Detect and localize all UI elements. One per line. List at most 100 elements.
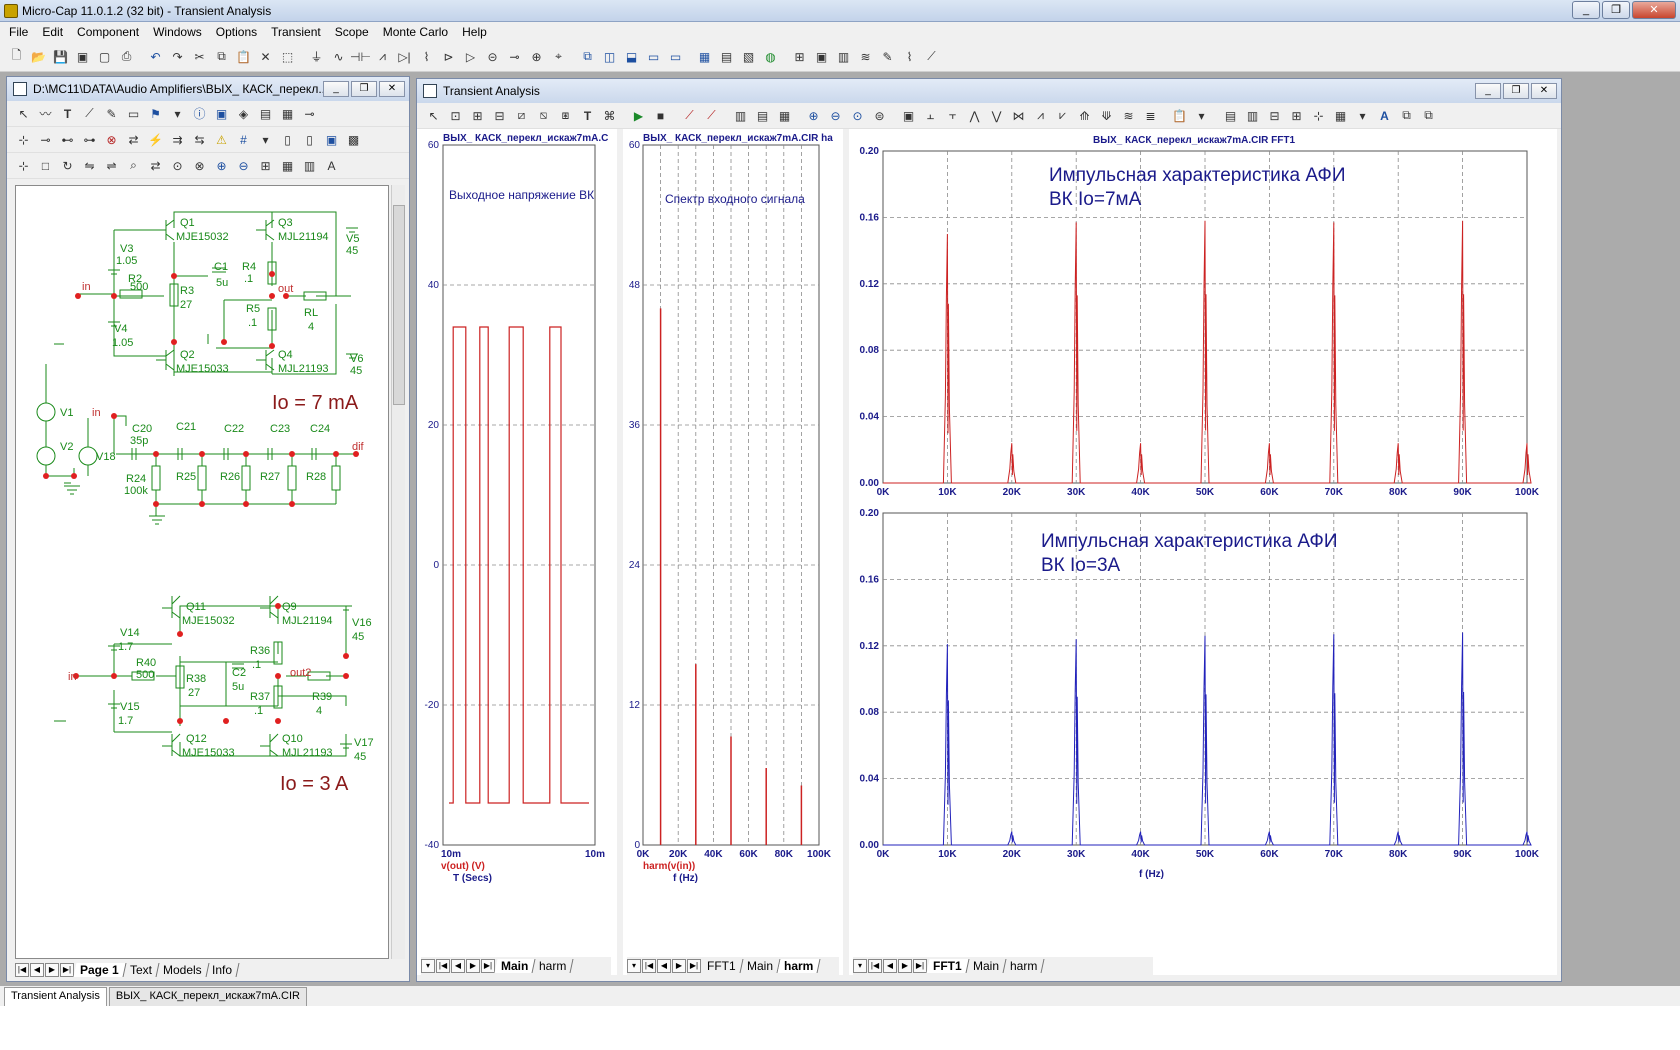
scale-icon[interactable]: ⊡: [445, 105, 466, 126]
swap-icon[interactable]: ⇆: [189, 129, 210, 150]
page-icon-2[interactable]: ▯: [299, 129, 320, 150]
zoom-out-icon[interactable]: ⊖: [233, 155, 254, 176]
pen-icon[interactable]: ✎: [101, 103, 122, 124]
junction-icon[interactable]: ⊸: [504, 46, 525, 67]
up-level-icon[interactable]: ⊙: [167, 155, 188, 176]
menu-windows[interactable]: Windows: [146, 25, 209, 39]
tools-icon[interactable]: ✎: [877, 46, 898, 67]
ruler-icon[interactable]: ⊟: [1264, 105, 1285, 126]
tag-icon[interactable]: ⌘: [599, 105, 620, 126]
zoom-in-icon[interactable]: ⊕: [803, 105, 824, 126]
prev-page-icon[interactable]: ◀: [30, 963, 44, 977]
window-icon[interactable]: ▭: [643, 46, 664, 67]
select-mode-icon[interactable]: ↖: [423, 105, 444, 126]
cross-icon[interactable]: ⚡: [145, 129, 166, 150]
grid-icon[interactable]: #: [233, 129, 254, 150]
cursor-slope-icon[interactable]: ≋: [1118, 105, 1139, 126]
capacitor-icon[interactable]: ⊣⊢: [350, 46, 371, 67]
stop-icon[interactable]: ■: [650, 105, 671, 126]
next-page-icon[interactable]: ▶: [45, 963, 59, 977]
task-tab-circuit[interactable]: ВЫХ_ КАСК_перекл_искаж7mA.CIR: [108, 987, 307, 1006]
fit-icon[interactable]: ⊞: [255, 155, 276, 176]
text-mode-icon[interactable]: T: [57, 103, 78, 124]
grid-text-icon[interactable]: ▤: [255, 103, 276, 124]
help-icon[interactable]: ▣: [211, 103, 232, 124]
first-tab-icon[interactable]: |◀: [868, 959, 882, 973]
pin-icon[interactable]: ⊸: [299, 103, 320, 124]
pin-connections-icon[interactable]: ⇄: [123, 129, 144, 150]
tab-menu-icon[interactable]: ▾: [627, 959, 641, 973]
schematic-canvas[interactable]: Q1 MJE15032 Q3 MJL21194 V5 45 V3 1.05 R2…: [15, 185, 389, 959]
new-file-icon[interactable]: 🗋: [6, 46, 27, 67]
performance-icon[interactable]: ⌇: [899, 46, 920, 67]
schematic-vertical-scrollbar[interactable]: [391, 185, 405, 959]
replace-icon[interactable]: ⇄: [145, 155, 166, 176]
tile-horizontal-icon[interactable]: ⬓: [621, 46, 642, 67]
paste-icon[interactable]: 📋: [233, 46, 254, 67]
window-left-icon[interactable]: ▥: [730, 105, 751, 126]
open-file-icon[interactable]: 📂: [28, 46, 49, 67]
cursor-next-icon[interactable]: ≣: [1140, 105, 1161, 126]
pan-icon[interactable]: ▦: [277, 155, 298, 176]
next-tab-icon[interactable]: ▶: [672, 959, 686, 973]
tab-fft1[interactable]: FFT1: [926, 959, 970, 973]
condition-icon[interactable]: ⊗: [101, 129, 122, 150]
select-all-icon[interactable]: ⬚: [277, 46, 298, 67]
box-icon[interactable]: □: [35, 155, 56, 176]
stepping-icon[interactable]: ≋: [855, 46, 876, 67]
menu-file[interactable]: File: [2, 25, 35, 39]
ground-icon[interactable]: ⏚: [306, 46, 327, 67]
component-icon[interactable]: ▭: [123, 103, 144, 124]
delete-icon[interactable]: ✕: [255, 46, 276, 67]
run-icon[interactable]: ▶: [628, 105, 649, 126]
data-points-icon[interactable]: ▤: [1220, 105, 1241, 126]
cursor-valley-icon[interactable]: ⫟: [942, 105, 963, 126]
select-mode-icon[interactable]: ↖: [13, 103, 34, 124]
node-numbers-icon[interactable]: ⊹: [13, 129, 34, 150]
currents-icon[interactable]: ⊷: [57, 129, 78, 150]
search-icon[interactable]: ⌕: [123, 155, 144, 176]
cursor-global-low-icon[interactable]: ⩗: [1052, 105, 1073, 126]
last-tab-icon[interactable]: ▶|: [481, 959, 495, 973]
tab-harm[interactable]: harm: [1003, 959, 1045, 973]
menu-scope[interactable]: Scope: [328, 25, 376, 39]
cursor-bottom-icon[interactable]: ⟱: [1096, 105, 1117, 126]
diode-icon[interactable]: ▷|: [394, 46, 415, 67]
last-tab-icon[interactable]: ▶|: [913, 959, 927, 973]
title-block-icon[interactable]: ▣: [321, 129, 342, 150]
rubberband-icon[interactable]: ⇉: [167, 129, 188, 150]
save-icon[interactable]: 💾: [50, 46, 71, 67]
close-file-icon[interactable]: ▢: [94, 46, 115, 67]
graph-icon[interactable]: ⧄: [511, 105, 532, 126]
menu-component[interactable]: Component: [70, 25, 146, 39]
fft-panel[interactable]: ВЫХ_ КАСК_перекл_искаж7mA.CIR FFT1 0.20 0…: [849, 129, 1557, 975]
copy-icon[interactable]: ⧉: [211, 46, 232, 67]
next-tab-icon[interactable]: ▶: [466, 959, 480, 973]
voltages-icon[interactable]: ⊸: [35, 129, 56, 150]
menu-options[interactable]: Options: [209, 25, 264, 39]
first-tab-icon[interactable]: |◀: [436, 959, 450, 973]
last-page-icon[interactable]: ▶|: [60, 963, 74, 977]
find-icon[interactable]: ⊹: [13, 155, 34, 176]
graph-2-icon[interactable]: ⧅: [533, 105, 554, 126]
inductor-icon[interactable]: ⌇: [416, 46, 437, 67]
tab-info[interactable]: Info: [205, 963, 240, 977]
attribute-icon[interactable]: ▦: [277, 103, 298, 124]
text-mode-icon[interactable]: T: [577, 105, 598, 126]
border-icon[interactable]: ▩: [343, 129, 364, 150]
rotate-icon[interactable]: ↻: [57, 155, 78, 176]
scale-x-icon[interactable]: ⊞: [467, 105, 488, 126]
properties-icon[interactable]: ▣: [898, 105, 919, 126]
next-tab-icon[interactable]: ▶: [898, 959, 912, 973]
zoom-reset-icon[interactable]: ⊜: [869, 105, 890, 126]
resistor-icon[interactable]: ⩘: [372, 46, 393, 67]
scrollbar-thumb[interactable]: [393, 205, 405, 405]
schematic-restore-button[interactable]: ❐: [351, 81, 377, 97]
page-icon[interactable]: ▯: [277, 129, 298, 150]
tab-main[interactable]: Main: [494, 959, 536, 973]
menu-monte-carlo[interactable]: Monte Carlo: [376, 25, 455, 39]
point-to-end-icon[interactable]: ◈: [233, 103, 254, 124]
zoom-in-icon[interactable]: ⊕: [211, 155, 232, 176]
grid-dropdown-icon[interactable]: ▦: [1330, 105, 1351, 126]
cursor-high-icon[interactable]: ⋀: [964, 105, 985, 126]
